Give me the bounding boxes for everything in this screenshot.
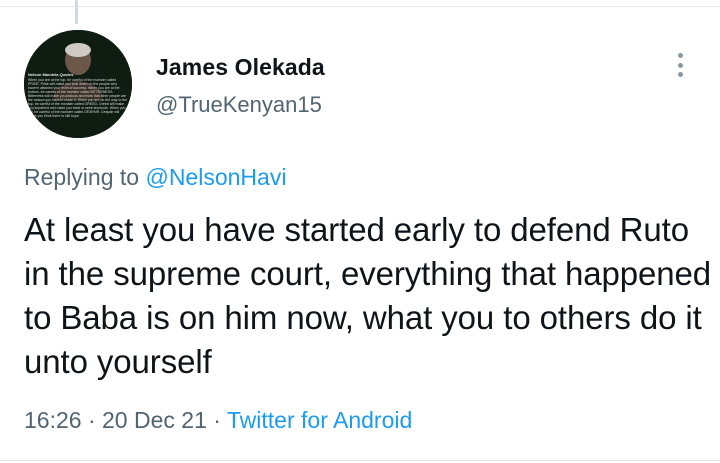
avatar-caption-title: Nelson Mandela Quotes (28, 72, 74, 77)
tweet-meta: 16:26 · 20 Dec 21 · Twitter for Android (24, 407, 412, 434)
avatar[interactable]: Nelson Mandela Quotes When you are at th… (24, 30, 132, 138)
top-divider (0, 0, 720, 7)
tweet-time[interactable]: 16:26 (24, 407, 82, 433)
more-vertical-icon-dot (677, 62, 683, 68)
more-options-button[interactable] (668, 50, 692, 80)
avatar-caption-text: When you are at the top, be careful of t… (28, 78, 128, 118)
replying-to: Replying to @NelsonHavi (24, 164, 286, 191)
meta-separator: · (81, 407, 103, 433)
user-handle[interactable]: @TrueKenyan15 (156, 92, 322, 118)
display-name[interactable]: James Olekada (156, 54, 325, 81)
avatar-image: Nelson Mandela Quotes When you are at th… (24, 30, 132, 138)
tweet-date[interactable]: 20 Dec 21 (102, 407, 207, 433)
bottom-divider (0, 460, 720, 461)
more-vertical-icon (677, 53, 683, 58)
tweet-text: At least you have started early to defen… (24, 211, 712, 380)
replying-prefix: Replying to (24, 164, 146, 190)
replying-to-mention[interactable]: @NelsonHavi (145, 164, 286, 190)
more-vertical-icon-dot (677, 72, 683, 77)
tweet-source-link[interactable]: Twitter for Android (227, 407, 412, 433)
meta-separator: · (206, 407, 227, 433)
thread-connector-line (75, 0, 78, 24)
